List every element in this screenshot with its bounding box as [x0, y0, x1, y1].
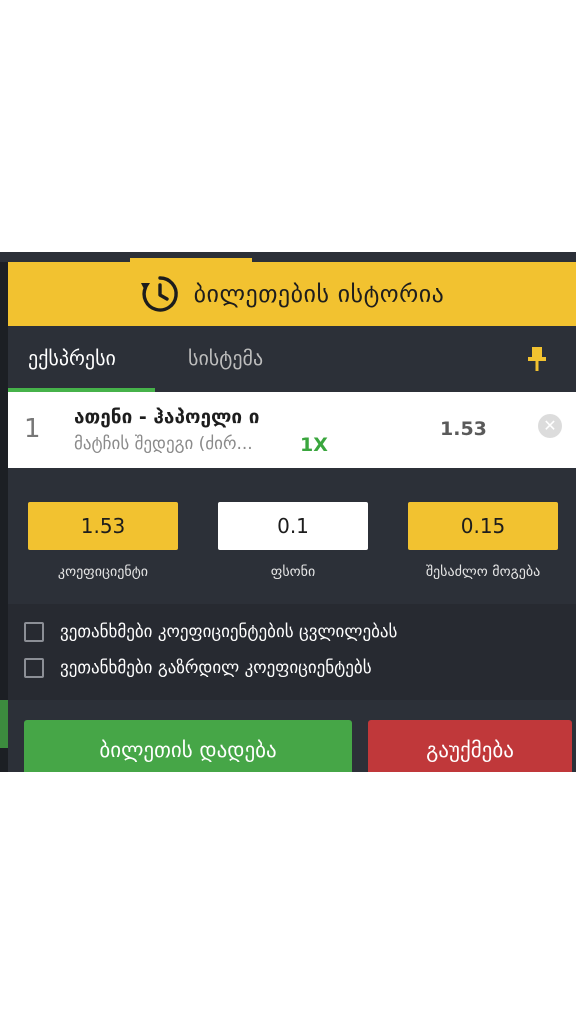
- top-strip: [0, 252, 576, 262]
- stake-input[interactable]: 0.1: [218, 502, 368, 550]
- side-accent: [0, 700, 8, 748]
- tab-system[interactable]: სისტემა: [188, 346, 263, 370]
- pin-icon[interactable]: [526, 346, 548, 372]
- stake-value: 0.1: [277, 514, 309, 538]
- accept-increased-odds-label: ვეთანხმები გაზრდილ კოეფიციენტებს: [60, 658, 372, 678]
- accept-increased-odds-option[interactable]: ვეთანხმები გაზრდილ კოეფიციენტებს: [24, 658, 372, 678]
- action-buttons: ბილეთის დადება გაუქმება: [8, 720, 576, 772]
- accept-odds-change-label: ვეთანხმები კოეფიციენტების ცვლილებას: [60, 622, 398, 642]
- potential-win-value: 0.15: [460, 514, 506, 538]
- history-icon: [140, 276, 178, 312]
- potential-win-label: შესაძლო მოგება: [425, 564, 541, 580]
- bet-odd: 1.53: [440, 418, 487, 440]
- potential-win-box: 0.15: [408, 502, 558, 550]
- tab-express[interactable]: ექსპრესი: [28, 346, 116, 370]
- bet-index: 1: [24, 414, 41, 444]
- ticket-history-header[interactable]: ბილეთების ისტორია: [8, 262, 576, 326]
- bet-type-tabs: ექსპრესი სისტემა: [8, 326, 576, 392]
- header-title: ბილეთების ისტორია: [193, 280, 445, 308]
- betslip-panel: ბილეთების ისტორია ექსპრესი სისტემა 1 ათე…: [0, 252, 576, 772]
- coefficient-box: 1.53: [28, 502, 178, 550]
- accept-odds-change-option[interactable]: ვეთანხმები კოეფიციენტების ცვლილებას: [24, 622, 397, 642]
- options-panel: ვეთანხმები კოეფიციენტების ცვლილებას ვეთა…: [8, 604, 576, 700]
- bet-row: 1 ათენი - ჰაპოელი ი მატჩის შედეგი (ძირ..…: [8, 392, 576, 468]
- bet-market: მატჩის შედეგი (ძირ...: [74, 434, 253, 454]
- bet-match-name: ათენი - ჰაპოელი ი: [74, 406, 260, 428]
- place-bet-button[interactable]: ბილეთის დადება: [24, 720, 352, 772]
- coefficient-label: კოეფიციენტი: [57, 564, 149, 580]
- bet-pick: 1X: [300, 434, 328, 456]
- cancel-button[interactable]: გაუქმება: [368, 720, 572, 772]
- summary-boxes: 1.53 კოეფიციენტი 0.1 ფსონი 0.15 შესაძლო …: [8, 502, 576, 582]
- coefficient-value: 1.53: [80, 514, 126, 538]
- left-edge: [0, 262, 8, 772]
- stake-label: ფსონი: [270, 564, 316, 580]
- remove-bet-icon[interactable]: ✕: [538, 414, 562, 438]
- accept-odds-change-checkbox[interactable]: [24, 622, 44, 642]
- accept-increased-odds-checkbox[interactable]: [24, 658, 44, 678]
